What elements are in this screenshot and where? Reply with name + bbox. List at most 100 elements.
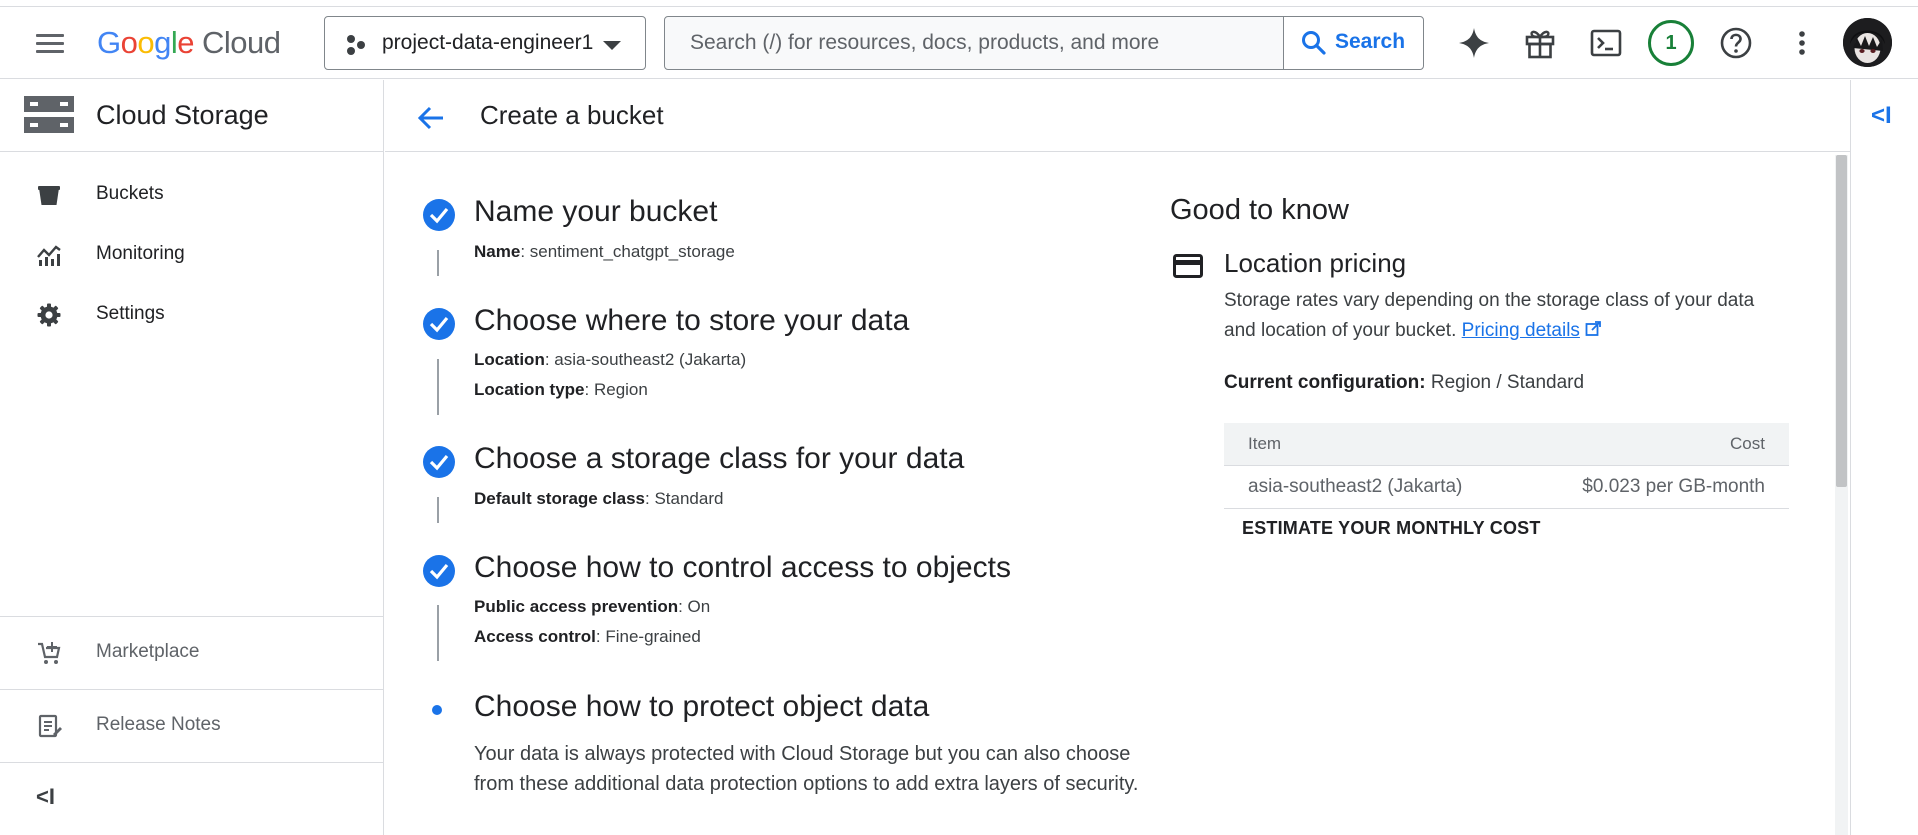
pricing-description: Storage rates vary depending on the stor… xyxy=(1224,286,1764,346)
monitoring-icon xyxy=(37,245,61,266)
search-input[interactable] xyxy=(666,18,1284,68)
cloud-storage-icon xyxy=(24,96,74,133)
cell-item: asia-southeast2 (Jakarta) xyxy=(1224,465,1525,509)
help-icon[interactable] xyxy=(1718,25,1754,61)
step-detail: Location type: Region xyxy=(474,380,648,400)
gift-icon[interactable] xyxy=(1522,25,1558,61)
detail-key: Location type xyxy=(474,380,585,399)
bucket-icon xyxy=(38,186,60,205)
sidebar-item-label: Release Notes xyxy=(96,714,221,735)
logo-letter: o xyxy=(137,25,155,60)
sidebar-item-label: Settings xyxy=(96,303,165,324)
step-complete-check-icon xyxy=(423,308,455,340)
step-detail: Name: sentiment_chatgpt_storage xyxy=(474,242,735,262)
step-title-name[interactable]: Name your bucket xyxy=(474,195,717,229)
pricing-details-link[interactable]: Pricing details xyxy=(1462,320,1580,341)
divider xyxy=(0,616,383,617)
divider xyxy=(0,689,383,690)
logo-cloud-text: Cloud xyxy=(202,25,281,60)
page-header: Create a bucket xyxy=(385,80,1850,152)
sidebar-item-settings[interactable]: Settings xyxy=(0,287,383,341)
column-header-cost: Cost xyxy=(1524,423,1789,466)
notifications-badge[interactable]: 1 xyxy=(1648,20,1694,66)
avatar[interactable] xyxy=(1843,18,1892,67)
side-navigation: Cloud Storage Buckets Monitoring Setting… xyxy=(0,80,384,835)
detail-value: : Fine-grained xyxy=(595,627,701,646)
main-content: Create a bucket Name your bucket Name: s… xyxy=(385,80,1850,835)
detail-key: Location xyxy=(474,350,545,369)
product-title: Cloud Storage xyxy=(96,100,269,130)
detail-key: Public access prevention xyxy=(474,597,679,616)
step-description: Your data is always protected with Cloud… xyxy=(474,743,1139,795)
more-vert-icon[interactable] xyxy=(1784,25,1820,61)
estimate-monthly-cost-button[interactable]: ESTIMATE YOUR MONTHLY COST xyxy=(1224,506,1559,550)
back-arrow-icon[interactable] xyxy=(413,100,449,136)
pricing-table: Item Cost asia-southeast2 (Jakarta) $0.0… xyxy=(1224,423,1789,509)
detail-value: : On xyxy=(678,597,711,616)
cloud-shell-icon[interactable] xyxy=(1588,25,1624,61)
step-title-storage-class[interactable]: Choose a storage class for your data xyxy=(474,442,964,476)
sidebar-item-marketplace[interactable]: Marketplace xyxy=(0,625,383,679)
project-picker[interactable]: project-data-engineer1 xyxy=(324,16,646,70)
expand-panel-button[interactable]: <I xyxy=(1871,102,1892,130)
credit-card-icon xyxy=(1173,254,1203,278)
sidebar-item-buckets[interactable]: Buckets xyxy=(0,167,383,221)
cart-icon xyxy=(38,642,61,664)
sidebar-item-label: Marketplace xyxy=(96,641,200,662)
step-active-dot-icon xyxy=(432,705,442,715)
panel-title: Good to know xyxy=(1170,194,1349,226)
step-connector xyxy=(437,605,439,661)
sidebar-item-monitoring[interactable]: Monitoring xyxy=(0,227,383,281)
current-configuration: Current configuration: Region / Standard xyxy=(1224,372,1584,394)
config-label: Current configuration: xyxy=(1224,372,1426,393)
scrollbar-thumb[interactable] xyxy=(1836,155,1847,487)
step-complete-check-icon xyxy=(423,446,455,478)
google-cloud-logo[interactable]: Google Cloud xyxy=(97,23,281,63)
step-connector xyxy=(437,250,439,276)
logo-letter: e xyxy=(177,25,195,60)
menu-icon[interactable] xyxy=(34,29,66,57)
right-side-rail: <I xyxy=(1850,80,1918,835)
step-title-access-control[interactable]: Choose how to control access to objects xyxy=(474,551,1011,585)
config-value: Region / Standard xyxy=(1425,372,1585,393)
scrollbar[interactable] xyxy=(1835,155,1848,835)
step-detail: Public access prevention: On xyxy=(474,597,710,617)
logo-letter: g xyxy=(154,25,171,60)
step-title-location[interactable]: Choose where to store your data xyxy=(474,304,909,338)
chevron-down-icon xyxy=(603,41,621,50)
collapse-nav-button[interactable]: <I xyxy=(36,784,55,810)
project-name: project-data-engineer1 xyxy=(382,31,594,54)
step-detail: Location: asia-southeast2 (Jakarta) xyxy=(474,350,746,370)
sidebar-item-release-notes[interactable]: Release Notes xyxy=(0,698,383,752)
search-icon xyxy=(1302,31,1326,55)
detail-value: : sentiment_chatgpt_storage xyxy=(520,242,735,261)
cell-cost: $0.023 per GB-month xyxy=(1524,465,1789,509)
table-row: asia-southeast2 (Jakarta) $0.023 per GB-… xyxy=(1224,465,1789,509)
search-bar: Search xyxy=(664,16,1424,70)
step-complete-check-icon xyxy=(423,555,455,587)
detail-value: : Standard xyxy=(645,489,724,508)
detail-key: Default storage class xyxy=(474,489,646,508)
product-header: Cloud Storage xyxy=(0,80,383,152)
column-header-item: Item xyxy=(1224,423,1525,466)
window-top-edge xyxy=(0,0,1918,7)
step-connector xyxy=(437,497,439,523)
gear-icon xyxy=(37,303,61,327)
search-button[interactable]: Search xyxy=(1283,17,1423,69)
search-button-label: Search xyxy=(1335,30,1406,53)
table-header-row: Item Cost xyxy=(1224,423,1789,466)
page-title: Create a bucket xyxy=(480,100,664,130)
sidebar-item-label: Buckets xyxy=(96,183,164,204)
open-in-new-icon xyxy=(1585,321,1602,336)
detail-value: : Region xyxy=(584,380,648,399)
avatar-image xyxy=(1843,18,1892,67)
logo-letter: o xyxy=(120,25,138,60)
gemini-sparkle-icon[interactable] xyxy=(1456,25,1492,61)
location-pricing-heading: Location pricing xyxy=(1224,248,1407,278)
top-app-bar: Google Cloud project-data-engineer1 Searc… xyxy=(0,7,1918,79)
step-title-protection[interactable]: Choose how to protect object data xyxy=(474,690,929,724)
detail-key: Access control xyxy=(474,627,596,646)
project-hub-icon xyxy=(347,35,365,55)
logo-letter: G xyxy=(97,25,121,60)
sidebar-item-label: Monitoring xyxy=(96,243,185,264)
